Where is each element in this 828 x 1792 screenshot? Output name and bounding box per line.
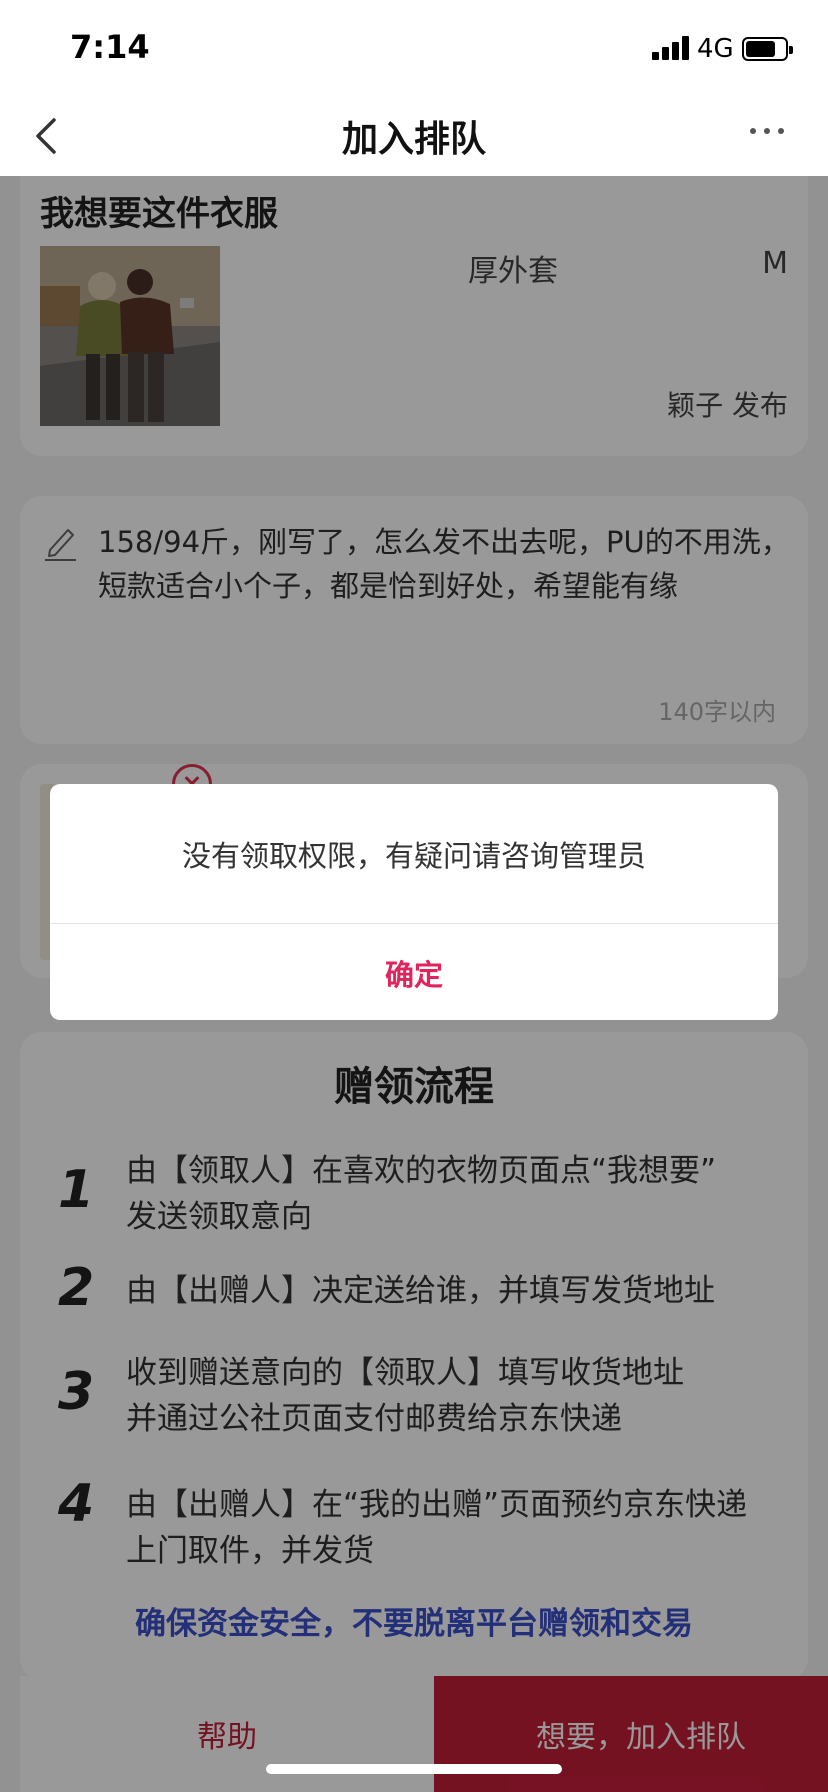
status-time: 7:14: [70, 28, 150, 66]
battery-icon: [742, 37, 793, 61]
home-indicator: [266, 1764, 562, 1774]
signal-icon: [652, 36, 690, 60]
network-label: 4G: [697, 34, 734, 64]
status-bar: 7:14 4G: [0, 0, 828, 96]
alert-dialog: 没有领取权限，有疑问请咨询管理员 确定: [50, 784, 778, 1020]
confirm-button[interactable]: 确定: [50, 925, 778, 1020]
dialog-message: 没有领取权限，有疑问请咨询管理员: [50, 784, 778, 924]
page-title: 加入排队: [341, 119, 486, 160]
nav-bar: 加入排队: [0, 96, 828, 176]
more-dots-icon[interactable]: [750, 128, 784, 138]
